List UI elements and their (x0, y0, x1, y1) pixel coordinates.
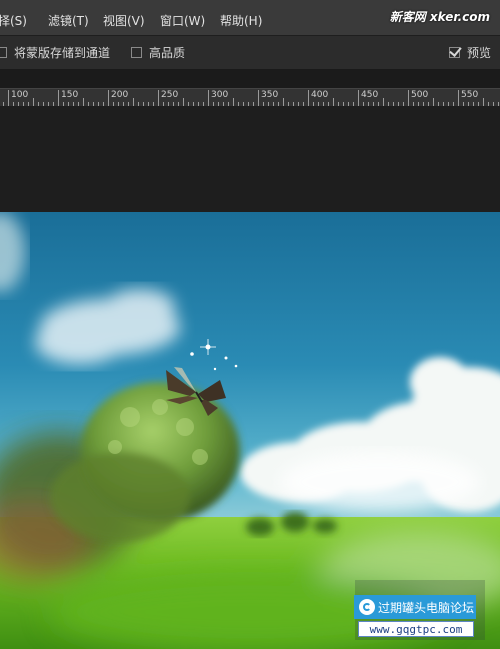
options-bar: 将蒙版存储到通道 高品质 预览 (0, 35, 500, 70)
ruler-label: 400 (311, 90, 329, 100)
menu-bar: 选择(S) 滤镜(T) 视图(V) 窗口(W) 帮助(H) 新客网 xker.c… (0, 0, 500, 35)
forum-watermark: 过期罐头电脑论坛 www.gqgtpc.com (354, 595, 476, 639)
ruler-label: 100 (11, 90, 29, 100)
save-mask-channel-option[interactable]: 将蒙版存储到通道 (0, 44, 110, 61)
photoshop-app: 选择(S) 滤镜(T) 视图(V) 窗口(W) 帮助(H) 新客网 xker.c… (0, 0, 500, 649)
high-quality-checkbox[interactable] (131, 47, 142, 58)
high-quality-option[interactable]: 高品质 (131, 44, 185, 61)
ruler-label: 450 (361, 90, 379, 100)
high-quality-label: 高品质 (149, 46, 186, 60)
ruler-label: 150 (61, 90, 79, 100)
ruler-label: 500 (411, 90, 429, 100)
forum-url: www.gqgtpc.com (358, 621, 474, 637)
forum-logo-icon (359, 599, 375, 615)
save-mask-channel-label: 将蒙版存储到通道 (14, 46, 111, 60)
menu-view[interactable]: 视图(V) (103, 12, 145, 29)
ruler-label: 250 (161, 90, 179, 100)
horizontal-ruler: 100 150 200 250 300 350 400 450 500 550 (0, 88, 500, 107)
preview-checkbox[interactable] (449, 47, 460, 58)
ruler-label: 300 (211, 90, 229, 100)
ruler-label: 550 (461, 90, 479, 100)
ruler-label: 350 (261, 90, 279, 100)
menu-filter[interactable]: 滤镜(T) (48, 12, 89, 29)
preview-option[interactable]: 预览 (449, 44, 491, 61)
preview-label: 预览 (467, 46, 492, 60)
save-mask-channel-checkbox[interactable] (0, 47, 7, 58)
image-canvas[interactable] (0, 212, 500, 649)
menu-select[interactable]: 选择(S) (0, 12, 27, 29)
forum-name-banner: 过期罐头电脑论坛 (354, 595, 476, 619)
forum-name: 过期罐头电脑论坛 (378, 600, 475, 615)
menu-window[interactable]: 窗口(W) (160, 12, 205, 29)
dark-workspace (0, 106, 500, 212)
menu-help[interactable]: 帮助(H) (220, 12, 262, 29)
site-watermark: 新客网 xker.com (389, 10, 490, 24)
ruler-label: 200 (111, 90, 129, 100)
